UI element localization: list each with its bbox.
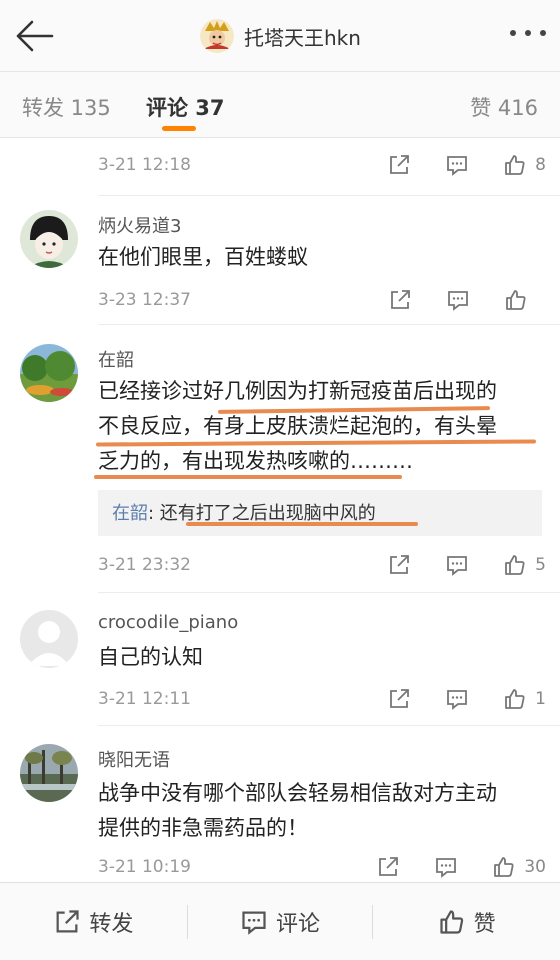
like-button[interactable]: 30 — [492, 855, 546, 879]
comment-line: 战争中没有哪个部队会轻易相信敌对方主动 — [98, 781, 497, 805]
like-count: 30 — [524, 857, 546, 877]
reply-text: : 还有打了之后出现脑中风的 — [148, 503, 376, 524]
reply-icon[interactable] — [434, 855, 458, 879]
tab-bar: 转发 135 评论 37 赞 416 — [0, 72, 560, 138]
tab-comments[interactable]: 评论 37 — [146, 92, 225, 122]
tab-repost[interactable]: 转发 135 — [22, 92, 111, 122]
comment-line: 已经接诊过好几例因为打新冠疫苗后出现的 — [98, 379, 497, 403]
share-icon[interactable] — [387, 153, 411, 177]
comment-list: 3-21 12:18 8 炳火易道3 在他们眼里，百姓蝼蚁 3-23 12:37 — [0, 138, 560, 882]
divider — [98, 195, 560, 196]
commenter-name[interactable]: 在韶 — [98, 346, 134, 372]
share-icon[interactable] — [388, 288, 412, 312]
divider — [98, 592, 560, 593]
divider — [98, 324, 560, 325]
commenter-name[interactable]: 晓阳无语 — [98, 746, 170, 772]
avatar[interactable] — [20, 344, 78, 402]
comment-date: 3-21 10:19 — [98, 857, 191, 877]
highlight-underline — [94, 475, 402, 479]
like-button[interactable]: 5 — [503, 553, 546, 577]
like-count: 8 — [535, 155, 546, 175]
like-count: 5 — [535, 555, 546, 575]
like-count: 1 — [535, 689, 546, 709]
comment-text: 在他们眼里，百姓蝼蚁 — [98, 245, 308, 269]
reply-icon[interactable] — [445, 687, 469, 711]
like-post-button[interactable]: 赞 — [373, 883, 560, 960]
thumbs-up-icon — [440, 909, 463, 934]
comment-text: 已经接诊过好几例因为打新冠疫苗后出现的 不良反应，有身上皮肤溃烂起泡的，有头晕 … — [98, 374, 548, 479]
reply-icon[interactable] — [446, 288, 470, 312]
comment-text: 自己的认知 — [98, 645, 203, 669]
repost-button[interactable]: 转发 — [0, 883, 187, 960]
reply-author[interactable]: 在韶 — [112, 503, 148, 524]
avatar[interactable] — [20, 744, 78, 802]
share-icon[interactable] — [387, 687, 411, 711]
reply-icon[interactable] — [445, 153, 469, 177]
comment-meta: 3-21 12:18 8 — [98, 150, 546, 180]
highlight-underline — [186, 522, 418, 526]
comment-label: 评论 — [276, 911, 321, 937]
page-title-group[interactable]: 托塔天王hkn — [200, 18, 361, 54]
like-label: 赞 — [473, 911, 496, 937]
active-tab-indicator — [162, 126, 196, 131]
share-icon — [56, 909, 79, 932]
comment-meta: 3-21 10:19 30 — [98, 852, 546, 882]
commenter-name[interactable]: 炳火易道3 — [98, 212, 181, 238]
avatar[interactable] — [20, 610, 78, 668]
like-button[interactable]: 1 — [503, 687, 546, 711]
thumbs-up-icon — [505, 155, 525, 175]
comment-icon — [242, 911, 266, 935]
comment-text: 战争中没有哪个部队会轻易相信敌对方主动 提供的非急需药品的！ — [98, 776, 548, 846]
comment-line: 不良反应，有身上皮肤溃烂起泡的，有头晕 — [98, 414, 497, 438]
thumbs-up-icon — [506, 290, 526, 310]
comment-button[interactable]: 评论 — [186, 883, 374, 960]
comment-meta: 3-21 12:11 1 — [98, 684, 546, 714]
comment-date: 3-21 12:11 — [98, 689, 191, 709]
repost-label: 转发 — [89, 911, 134, 937]
tab-likes[interactable]: 赞 416 — [470, 92, 538, 122]
thumbs-up-icon — [505, 555, 525, 575]
share-icon[interactable] — [376, 855, 400, 879]
comment-date: 3-21 23:32 — [98, 555, 191, 575]
more-options-icon[interactable] — [510, 30, 546, 42]
like-button[interactable]: 8 — [503, 153, 546, 177]
author-avatar[interactable] — [200, 19, 234, 53]
comment-date: 3-21 12:18 — [98, 155, 191, 175]
thumbs-up-icon — [505, 689, 525, 709]
comment-line: 乏力的，有出现发热咳嗽的……… — [98, 449, 413, 473]
comment-line: 提供的非急需药品的！ — [98, 816, 308, 840]
commenter-name[interactable]: crocodile_piano — [98, 612, 238, 633]
reply-icon[interactable] — [445, 553, 469, 577]
separator — [186, 905, 188, 939]
like-button[interactable] — [504, 288, 546, 312]
page-title: 托塔天王hkn — [244, 25, 361, 50]
divider — [98, 725, 560, 726]
share-icon[interactable] — [387, 553, 411, 577]
reply-preview[interactable]: 在韶: 还有打了之后出现脑中风的 — [98, 490, 542, 536]
avatar[interactable] — [20, 210, 78, 268]
comment-meta: 3-21 23:32 5 — [98, 550, 546, 580]
thumbs-up-icon — [494, 857, 514, 877]
back-arrow-icon[interactable] — [14, 18, 54, 54]
comment-meta: 3-23 12:37 — [98, 285, 546, 315]
top-bar: 托塔天王hkn — [0, 0, 560, 72]
comment-date: 3-23 12:37 — [98, 290, 191, 310]
bottom-action-bar: 转发 评论 赞 — [0, 882, 560, 960]
